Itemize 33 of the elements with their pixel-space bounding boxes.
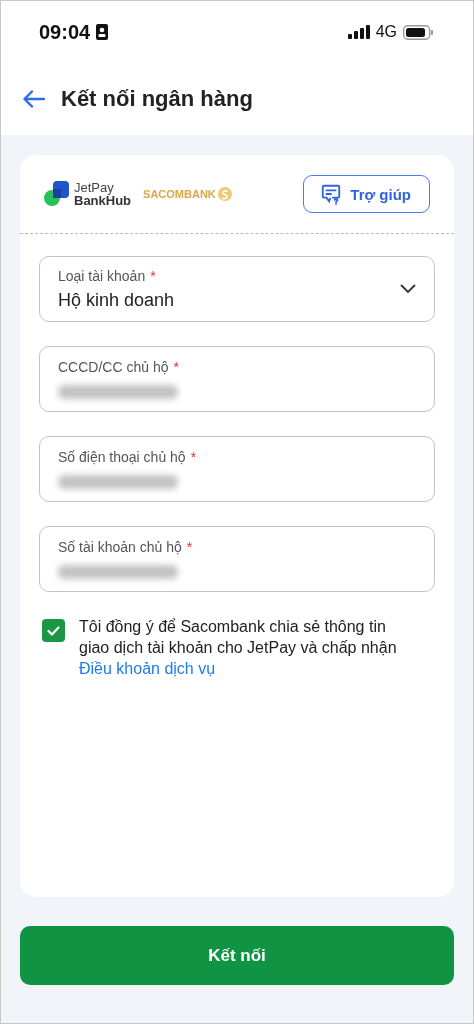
required-mark: * xyxy=(190,449,197,465)
field-label: Số tài khoản chủ hộ xyxy=(58,539,182,555)
id-card-icon xyxy=(96,24,109,40)
chevron-down-icon xyxy=(400,284,416,294)
required-mark: * xyxy=(173,359,179,375)
input-field[interactable]: CCCD/CC chủ hộ * xyxy=(39,346,435,412)
field-label: CCCD/CC chủ hộ xyxy=(58,359,169,375)
signal-icon xyxy=(347,25,370,39)
bank-logo-icon xyxy=(217,187,232,201)
chat-question-icon xyxy=(320,183,343,205)
help-button[interactable]: Trợ giúp xyxy=(303,175,430,213)
field-label: Loại tài khoản xyxy=(58,267,146,284)
dropdown-field[interactable]: Loại tài khoản * Hộ kinh doanh xyxy=(39,256,435,322)
connect-button[interactable]: Kết nối xyxy=(20,926,454,985)
required-mark: * xyxy=(186,539,193,555)
field-label: Số điện thoại chủ hộ xyxy=(58,449,186,465)
logo-text: BankHub xyxy=(74,194,132,207)
terms-link[interactable]: Điều khoản dịch vụ xyxy=(79,660,216,677)
agree-checkbox[interactable] xyxy=(42,619,65,642)
battery-icon xyxy=(403,24,433,40)
page-title: Kết nối ngân hàng xyxy=(61,86,253,112)
agreement-text: Tôi đồng ý để Sacombank chia sẻ thông tin giao dịch tài khoản cho JetPay và chấp nhận Điều khoản dịch vụ xyxy=(79,617,398,679)
input-field[interactable]: Số tài khoản chủ hộ * xyxy=(39,526,435,592)
network-label: 4G xyxy=(375,23,397,41)
required-mark: * xyxy=(150,267,156,284)
logo-text: JetPay xyxy=(74,181,114,194)
jetpay-logo-icon xyxy=(44,181,70,207)
check-icon xyxy=(47,625,60,636)
bank-logo-text: SACOMBANK xyxy=(143,188,216,200)
input-field[interactable]: Số điện thoại chủ hộ * xyxy=(39,436,435,502)
status-time: 09:04 xyxy=(39,20,91,44)
field-value: Hộ kinh doanh xyxy=(58,289,175,311)
back-arrow-icon[interactable] xyxy=(23,90,45,108)
